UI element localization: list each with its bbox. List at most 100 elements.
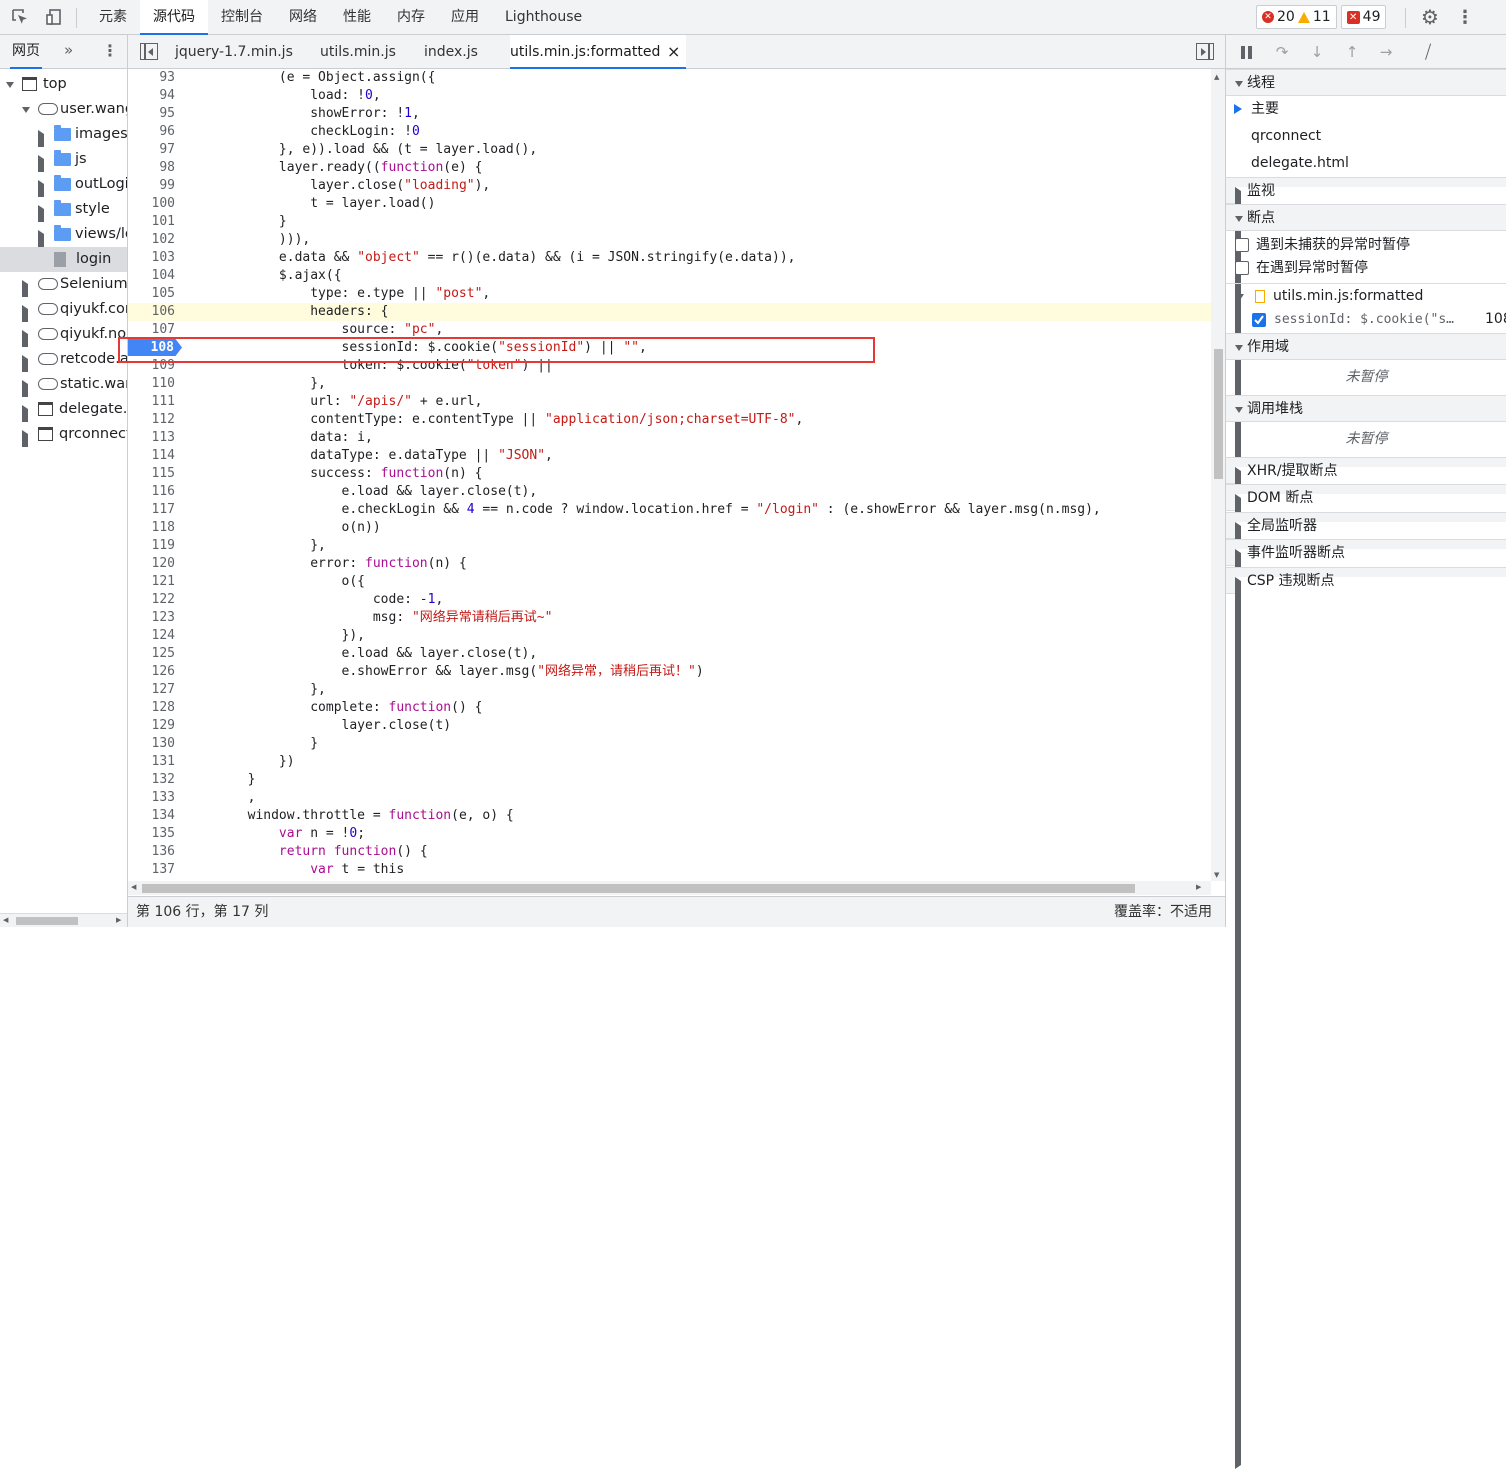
line-number[interactable]: 137	[128, 861, 175, 879]
code-line[interactable]: 99 layer.close("loading"),	[128, 177, 1211, 195]
code-line[interactable]: 134 window.throttle = function(e, o) {	[128, 807, 1211, 825]
line-number[interactable]: 123	[128, 609, 175, 627]
pause-caught-checkbox[interactable]	[1235, 261, 1249, 275]
line-number[interactable]: 130	[128, 735, 175, 753]
tree-node-folder[interactable]: outLogi	[0, 172, 127, 197]
line-number[interactable]: 131	[128, 753, 175, 771]
code-line[interactable]: 132 }	[128, 771, 1211, 789]
line-number[interactable]: 106	[128, 303, 175, 321]
issue-counters[interactable]: ✕ 20 11 ✕ 49	[1256, 5, 1387, 29]
line-number[interactable]: 95	[128, 105, 175, 123]
code-line[interactable]: 102 ))),	[128, 231, 1211, 249]
line-number[interactable]: 124	[128, 627, 175, 645]
code-line[interactable]: 125 e.load && layer.close(t),	[128, 645, 1211, 663]
tree-node-folder[interactable]: views/lo	[0, 222, 127, 247]
error-counter[interactable]: ✕ 20 11	[1256, 5, 1337, 29]
code-line[interactable]: 111 url: "/apis/" + e.url,	[128, 393, 1211, 411]
tab-4[interactable]: 性能	[330, 0, 384, 35]
tab-7[interactable]: Lighthouse	[492, 0, 595, 35]
tree-node-folder[interactable]: style	[0, 197, 127, 222]
tree-node-frame[interactable]: top	[0, 72, 127, 97]
line-number[interactable]: 116	[128, 483, 175, 501]
editor-tab-0[interactable]: jquery-1.7.min.js	[175, 35, 293, 69]
line-number[interactable]: 132	[128, 771, 175, 789]
line-number[interactable]: 103	[128, 249, 175, 267]
tree-node-cloud[interactable]: qiyukf.con	[0, 297, 127, 322]
toggle-debugger-icon[interactable]	[1196, 43, 1214, 60]
tree-node-folder[interactable]: images	[0, 122, 127, 147]
code-line[interactable]: 96 checkLogin: !0	[128, 123, 1211, 141]
pause-uncaught-checkbox[interactable]	[1235, 238, 1249, 252]
code-line[interactable]: 129 layer.close(t)	[128, 717, 1211, 735]
section-csp-breakpoints[interactable]: CSP 违规断点	[1226, 567, 1506, 1469]
code-line[interactable]: 113 data: i,	[128, 429, 1211, 447]
tree-node-file[interactable]: login	[0, 247, 127, 272]
code-line[interactable]: 95 showError: !1,	[128, 105, 1211, 123]
line-number[interactable]: 129	[128, 717, 175, 735]
editor-tab-3[interactable]: utils.min.js:formatted ×	[510, 35, 687, 69]
line-number[interactable]: 135	[128, 825, 175, 843]
line-number[interactable]: 121	[128, 573, 175, 591]
tab-5[interactable]: 内存	[384, 0, 438, 35]
line-number[interactable]: 117	[128, 501, 175, 519]
line-number[interactable]: 127	[128, 681, 175, 699]
code-line[interactable]: 119 },	[128, 537, 1211, 555]
code-line[interactable]: 97 }, e)).load && (t = layer.load(),	[128, 141, 1211, 159]
section-callstack[interactable]: 调用堆栈	[1226, 395, 1506, 422]
code-line[interactable]: 123 msg: "网络异常请稍后再试~"	[128, 609, 1211, 627]
code-line[interactable]: 124 }),	[128, 627, 1211, 645]
section-threads[interactable]: 线程	[1226, 69, 1506, 96]
more-options-icon[interactable]: ⋮	[1454, 6, 1476, 28]
code-line[interactable]: 110 },	[128, 375, 1211, 393]
code-line[interactable]: 135 var n = !0;	[128, 825, 1211, 843]
line-number[interactable]: 104	[128, 267, 175, 285]
code-line[interactable]: 117 e.checkLogin && 4 == n.code ? window…	[128, 501, 1211, 519]
code-line[interactable]: 106 headers: {	[128, 303, 1211, 321]
tree-node-frame[interactable]: delegate.h	[0, 397, 127, 422]
code-line[interactable]: 137 var t = this	[128, 861, 1211, 879]
line-number[interactable]: 114	[128, 447, 175, 465]
breakpoint-checkbox[interactable]	[1252, 313, 1266, 327]
code-view[interactable]: 93 (e = Object.assign({94 load: !0, 95 sh…	[128, 69, 1211, 881]
line-number[interactable]: 93	[128, 69, 175, 87]
line-number[interactable]: 113	[128, 429, 175, 447]
section-event-listener-breakpoints[interactable]: 事件监听器断点	[1226, 539, 1506, 1441]
code-line[interactable]: 126 e.showError && layer.msg("网络异常，请稍后再试…	[128, 663, 1211, 681]
code-line[interactable]: 101 }	[128, 213, 1211, 231]
code-line[interactable]: 103 e.data && "object" == r()(e.data) &&…	[128, 249, 1211, 267]
issues-counter[interactable]: ✕ 49	[1340, 5, 1387, 29]
tab-1[interactable]: 源代码	[140, 0, 208, 35]
section-global-listeners[interactable]: 全局监听器	[1226, 512, 1506, 1414]
line-number[interactable]: 96	[128, 123, 175, 141]
step-into-icon[interactable]: ↓	[1307, 42, 1327, 62]
code-line[interactable]: 94 load: !0,	[128, 87, 1211, 105]
section-breakpoints[interactable]: 断点	[1226, 204, 1506, 231]
code-line[interactable]: 131 })	[128, 753, 1211, 771]
deactivate-breakpoints-icon[interactable]: ⧸	[1418, 42, 1438, 63]
tree-node-cloud[interactable]: retcode.al	[0, 347, 127, 372]
code-line[interactable]: 98 layer.ready((function(e) {	[128, 159, 1211, 177]
inspect-element-icon[interactable]	[9, 6, 31, 28]
expanded-arrow-icon[interactable]	[22, 107, 30, 113]
code-line[interactable]: 115 success: function(n) {	[128, 465, 1211, 483]
editor-tab-1[interactable]: utils.min.js	[320, 35, 396, 69]
code-line[interactable]: 136 return function() {	[128, 843, 1211, 861]
expanded-arrow-icon[interactable]	[6, 82, 14, 88]
tree-node-folder[interactable]: js	[0, 147, 127, 172]
line-number[interactable]: 118	[128, 519, 175, 537]
toggle-navigator-icon[interactable]	[140, 43, 158, 60]
thread-main[interactable]: 主要	[1226, 96, 1506, 123]
tree-node-cloud[interactable]: user.wang	[0, 97, 127, 122]
line-number[interactable]: 98	[128, 159, 175, 177]
line-number[interactable]: 110	[128, 375, 175, 393]
code-line[interactable]: 130 }	[128, 735, 1211, 753]
section-watch[interactable]: 监视	[1226, 177, 1506, 1079]
line-number[interactable]: 134	[128, 807, 175, 825]
line-number[interactable]: 115	[128, 465, 175, 483]
breakpoint-entry[interactable]: sessionId: $.cookie("s…108	[1226, 306, 1506, 333]
step-icon[interactable]: →	[1376, 42, 1396, 62]
line-number[interactable]: 111	[128, 393, 175, 411]
line-number[interactable]: 136	[128, 843, 175, 861]
code-line[interactable]: 114 dataType: e.dataType || "JSON",	[128, 447, 1211, 465]
thread-delegate[interactable]: delegate.html	[1226, 150, 1506, 177]
